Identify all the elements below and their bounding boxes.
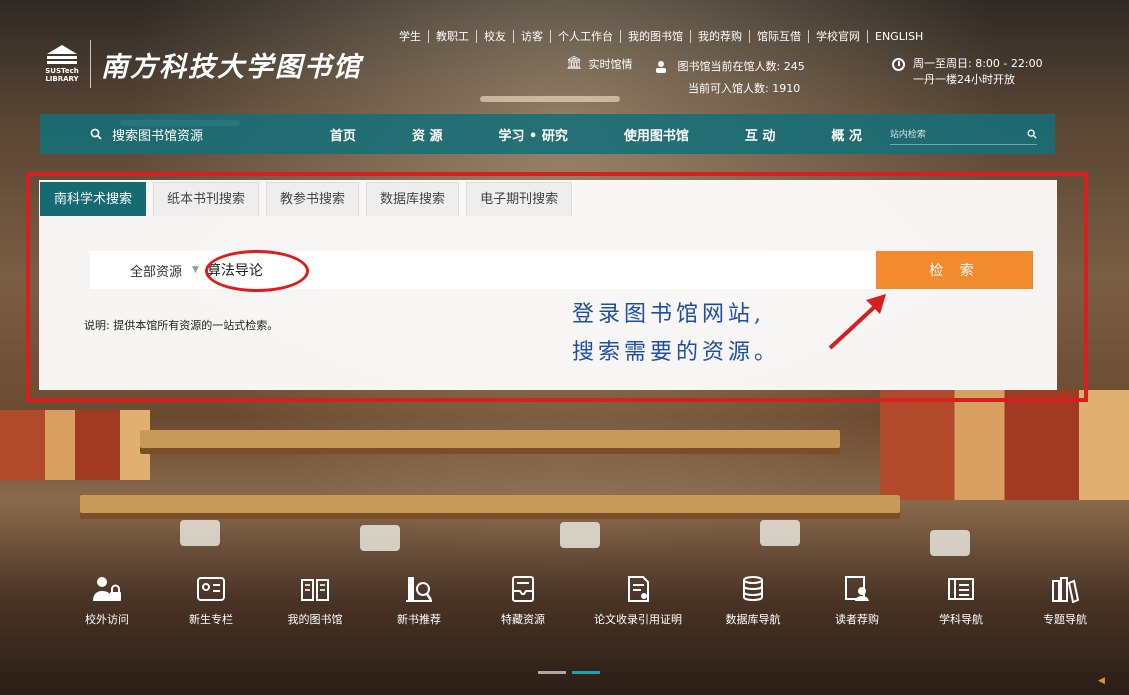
quick-special-collections[interactable]: 特藏资源	[471, 575, 575, 627]
annotation-text: 登录图书馆网站, 搜索需要的资源。	[572, 296, 780, 372]
sustech-library-emblem-icon: SUSTech LIBRARY	[44, 38, 80, 90]
top-link-workspace[interactable]: 个人工作台	[551, 30, 621, 43]
quick-my-library[interactable]: 我的图书馆	[263, 575, 367, 627]
quick-label: 我的图书馆	[287, 613, 343, 626]
quick-label: 新书推荐	[397, 613, 441, 626]
top-link-interlibrary-loan[interactable]: 馆际互借	[750, 30, 809, 43]
library-search-label: 搜索图书馆资源	[112, 128, 204, 144]
library-logo[interactable]: SUSTech LIBRARY 南方科技大学图书馆	[44, 38, 362, 90]
quick-label: 特藏资源	[501, 613, 545, 626]
main-nav: 搜索图书馆资源 首页 资 源 学习 • 研究 使用图书馆 互 动 概 况 站内检…	[40, 114, 1055, 154]
building-icon: 🏛	[566, 56, 583, 71]
archive-tray-icon	[512, 576, 534, 602]
site-search-input[interactable]: 站内检索	[889, 123, 1037, 145]
top-link-my-library[interactable]: 我的图书馆	[621, 30, 691, 43]
reader-recommend-icon	[845, 576, 869, 601]
top-link-students[interactable]: 学生	[392, 30, 429, 43]
database-icon	[743, 576, 763, 602]
top-link-my-requests[interactable]: 我的荐购	[691, 30, 750, 43]
annotation-highlight-box	[26, 172, 1088, 402]
library-search-shortcut[interactable]: 搜索图书馆资源	[40, 125, 296, 144]
subject-nav-icon	[948, 578, 974, 600]
library-name: 南方科技大学图书馆	[101, 51, 362, 83]
quick-links: 校外访问 新生专栏 我的图书馆 新书推荐 特藏资源 论文收录引用证明 数据库导航…	[55, 575, 1117, 627]
quick-label: 专题导航	[1043, 613, 1087, 626]
person-lock-icon	[93, 577, 121, 601]
nav-study-research[interactable]: 学习 • 研究	[498, 125, 567, 144]
nav-using-library[interactable]: 使用图书馆	[624, 125, 689, 144]
quick-reader-recommend[interactable]: 读者荐购	[805, 575, 909, 627]
hours-24h: 一丹一楼24小时开放	[913, 73, 1015, 86]
nav-resources[interactable]: 资 源	[412, 125, 443, 144]
quick-label: 论文收录引用证明	[594, 613, 682, 626]
opening-hours: 周一至周日: 8:00 - 22:00 一丹一楼24小时开放	[892, 56, 1043, 88]
quick-label: 新生专栏	[189, 613, 233, 626]
quick-database-navigation[interactable]: 数据库导航	[701, 575, 805, 627]
quick-subject-navigation[interactable]: 学科导航	[909, 575, 1013, 627]
top-link-english[interactable]: ENGLISH	[868, 30, 930, 43]
book-search-icon	[406, 577, 433, 602]
id-card-icon	[197, 577, 225, 601]
top-links: 学生 教职工 校友 访客 个人工作台 我的图书馆 我的荐购 馆际互借 学校官网 …	[392, 30, 930, 43]
nav-overview[interactable]: 概 况	[831, 125, 862, 144]
quick-freshman[interactable]: 新生专栏	[159, 575, 263, 627]
top-link-staff[interactable]: 教职工	[429, 30, 477, 43]
quick-new-books[interactable]: 新书推荐	[367, 575, 471, 627]
top-link-university-site[interactable]: 学校官网	[809, 30, 868, 43]
site-search-icon[interactable]	[1027, 129, 1037, 139]
quick-label: 学科导航	[939, 613, 983, 626]
quick-label: 数据库导航	[725, 613, 781, 626]
search-icon	[90, 128, 102, 140]
site-search-placeholder: 站内检索	[889, 130, 926, 140]
occupancy-available: 当前可入馆人数: 1910	[688, 82, 801, 95]
realtime-label: 实时馆情	[588, 58, 633, 71]
annotation-arrow-icon	[828, 294, 886, 350]
top-link-visitors[interactable]: 访客	[514, 30, 551, 43]
carousel-dot[interactable]	[538, 671, 566, 674]
occupancy-current: 图书馆当前在馆人数: 245	[677, 60, 805, 73]
quick-citation-certificate[interactable]: 论文收录引用证明	[575, 575, 701, 627]
hours-weekly: 周一至周日: 8:00 - 22:00	[913, 57, 1043, 70]
books-shelf-icon	[1052, 577, 1080, 603]
quick-topic-navigation[interactable]: 专题导航	[1013, 575, 1117, 627]
top-link-alumni[interactable]: 校友	[477, 30, 514, 43]
person-icon	[656, 61, 666, 73]
quick-label: 读者荐购	[835, 613, 879, 626]
occupancy-info: 图书馆当前在馆人数: 245 当前可入馆人数: 1910	[656, 56, 805, 100]
annotation-line-1: 登录图书馆网站,	[572, 302, 765, 327]
quick-offcampus-access[interactable]: 校外访问	[55, 575, 159, 627]
carousel-prev-icon[interactable]: ◀	[1098, 676, 1105, 686]
clock-icon	[892, 58, 905, 71]
nav-home[interactable]: 首页	[330, 125, 356, 144]
annotation-line-2: 搜索需要的资源。	[572, 340, 781, 365]
quick-label: 校外访问	[85, 613, 129, 626]
carousel-dot-active[interactable]	[572, 671, 600, 674]
nav-interaction[interactable]: 互 动	[745, 125, 776, 144]
document-certificate-icon	[628, 576, 649, 602]
open-book-icon	[301, 579, 329, 601]
realtime-status[interactable]: 🏛 实时馆情	[566, 56, 633, 72]
carousel-indicator	[538, 671, 600, 674]
